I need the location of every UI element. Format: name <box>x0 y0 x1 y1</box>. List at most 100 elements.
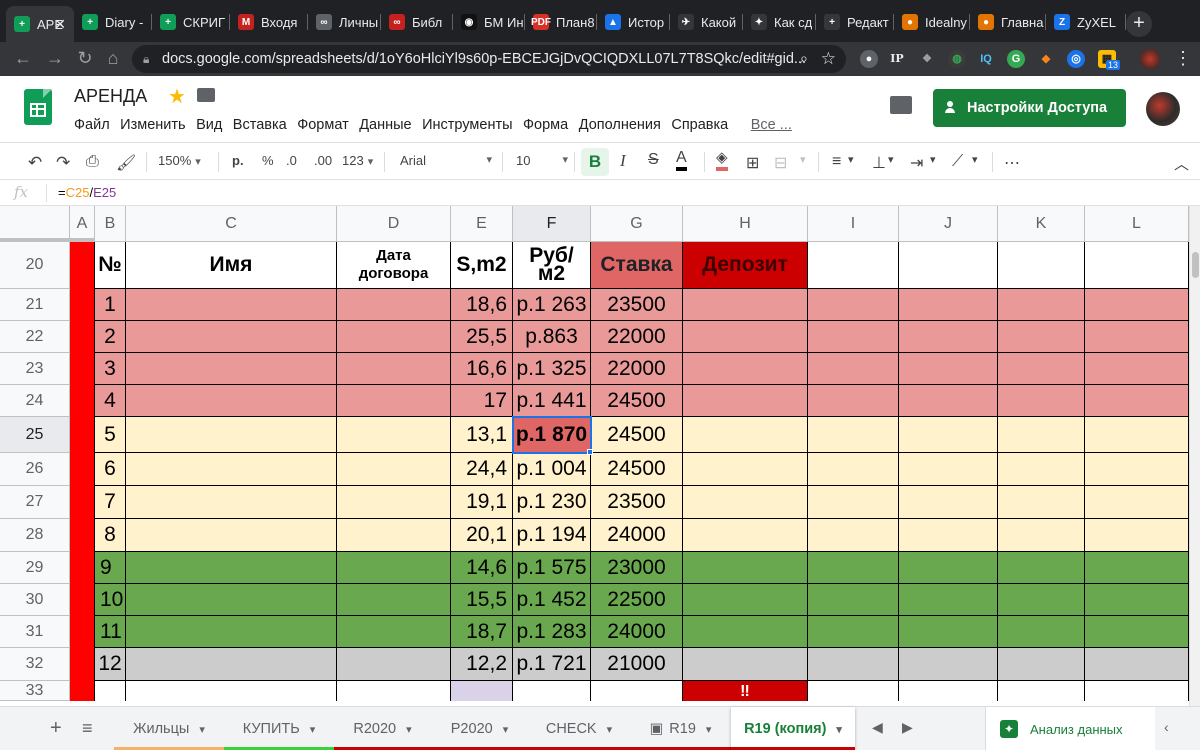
menu-item[interactable]: Вставка <box>233 117 287 133</box>
cell-rate[interactable]: 24000 <box>591 519 683 552</box>
menu-item[interactable]: Форма <box>523 117 568 133</box>
cell[interactable] <box>1085 648 1189 681</box>
column-header[interactable]: H <box>683 206 808 242</box>
redo-icon[interactable]: ↷ <box>56 153 70 173</box>
cell[interactable] <box>998 648 1085 681</box>
cell-contract-date[interactable] <box>337 417 451 453</box>
cell-contract-date[interactable] <box>337 584 451 616</box>
cell-name[interactable] <box>126 453 337 486</box>
cell[interactable] <box>899 385 998 417</box>
column-header[interactable]: E <box>451 206 513 242</box>
sheet-tab[interactable]: ▣ R19 ▾ <box>630 707 731 750</box>
cell[interactable] <box>1085 486 1189 519</box>
column-header[interactable]: F <box>513 206 591 242</box>
cell-rate[interactable]: 22500 <box>591 584 683 616</box>
column-header[interactable]: J <box>899 206 998 242</box>
row-header[interactable]: 30 <box>0 584 70 616</box>
cell-rate[interactable]: 22000 <box>591 353 683 385</box>
cell-rub-per-m2[interactable]: р.1 325 <box>513 353 591 385</box>
cell[interactable] <box>1085 584 1189 616</box>
cell-rate[interactable]: 21000 <box>591 648 683 681</box>
cell[interactable] <box>1085 552 1189 584</box>
cell-rub-per-m2[interactable]: р.863 <box>513 321 591 353</box>
chevron-down-icon[interactable]: ▾ <box>836 723 842 736</box>
cell[interactable] <box>998 417 1085 453</box>
cell-number[interactable]: 10 <box>95 584 126 616</box>
cell[interactable] <box>808 519 899 552</box>
menu-item[interactable]: Изменить <box>120 117 185 133</box>
comment-history-icon[interactable] <box>890 96 912 114</box>
star-icon[interactable]: ★ <box>168 84 186 109</box>
vertical-scrollbar[interactable] <box>1189 206 1200 706</box>
cell[interactable] <box>126 681 337 701</box>
column-header[interactable]: B <box>95 206 126 242</box>
cell-contract-date[interactable] <box>337 453 451 486</box>
cell-number[interactable]: 11 <box>95 616 126 648</box>
cell[interactable] <box>808 584 899 616</box>
cell[interactable] <box>1085 385 1189 417</box>
select-all-corner[interactable] <box>0 206 70 242</box>
increase-decimal-button[interactable]: .00 <box>314 153 332 168</box>
account-avatar[interactable] <box>1146 92 1180 126</box>
cell-name[interactable] <box>126 353 337 385</box>
cell-name[interactable] <box>126 321 337 353</box>
cell[interactable] <box>998 552 1085 584</box>
zoom-icon[interactable]: ⌕ <box>800 45 808 73</box>
print-icon[interactable]: ⎙ <box>86 153 99 171</box>
cell-name[interactable] <box>126 648 337 681</box>
cell-rub-per-m2[interactable]: р.1 194 <box>513 519 591 552</box>
row-header[interactable]: 24 <box>0 385 70 417</box>
cell[interactable] <box>998 385 1085 417</box>
cell[interactable] <box>899 519 998 552</box>
cell-rub-per-m2[interactable]: р.1 452 <box>513 584 591 616</box>
font-size-select[interactable]: 10 ▾ <box>516 153 568 168</box>
cell[interactable] <box>899 616 998 648</box>
sheet-tab[interactable]: Жильцы ▾ <box>114 707 224 750</box>
add-sheet-icon[interactable]: + <box>50 717 62 740</box>
menu-item[interactable]: Файл <box>74 117 110 133</box>
cell-rub-per-m2[interactable]: р.1 004 <box>513 453 591 486</box>
chevron-down-icon[interactable]: ▾ <box>199 723 205 736</box>
cell[interactable] <box>1085 453 1189 486</box>
column-header[interactable]: D <box>337 206 451 242</box>
cell-area[interactable]: 19,1 <box>451 486 513 519</box>
cell[interactable] <box>591 681 683 701</box>
metamask-icon[interactable]: ◆ <box>1037 50 1055 68</box>
text-rotation-icon[interactable]: ⟋ <box>952 153 963 171</box>
percent-format-button[interactable]: % <box>262 153 274 168</box>
font-select[interactable]: Arial ▾ <box>400 153 492 168</box>
more-options-button[interactable]: ⋯ <box>1004 153 1020 173</box>
column-header[interactable]: A <box>70 206 95 242</box>
browser-tab[interactable]: + Редакт <box>816 7 894 37</box>
cell[interactable] <box>513 681 591 701</box>
row-header[interactable]: 31 <box>0 616 70 648</box>
cell[interactable] <box>899 321 998 353</box>
header-rate[interactable]: Ставка <box>591 242 683 289</box>
cell-name[interactable] <box>126 616 337 648</box>
menu-item[interactable]: Справка <box>671 117 728 133</box>
browser-menu-icon[interactable]: ⋮ <box>1172 48 1194 69</box>
chevron-down-icon[interactable]: ▾ <box>310 723 316 736</box>
browser-tab[interactable]: M Входя <box>230 7 308 37</box>
borders-icon[interactable]: ⊞ <box>746 153 759 173</box>
row-header[interactable]: 27 <box>0 486 70 519</box>
extension-ip-icon[interactable]: IP <box>888 50 906 68</box>
new-tab-button[interactable]: + <box>1126 11 1152 37</box>
cell[interactable] <box>899 289 998 321</box>
row-header[interactable]: 32 <box>0 648 70 681</box>
browser-tab[interactable]: ▲ Истор <box>597 7 670 37</box>
cell-name[interactable] <box>126 289 337 321</box>
sheet-tab[interactable]: R19 (копия) ▾ <box>731 707 855 750</box>
chevron-down-icon[interactable]: ▾ <box>503 723 509 736</box>
cell[interactable] <box>95 681 126 701</box>
cell[interactable] <box>808 616 899 648</box>
cell-contract-date[interactable] <box>337 321 451 353</box>
menu-item[interactable]: Вид <box>196 117 222 133</box>
back-icon[interactable]: ← <box>12 48 34 69</box>
cell-rate[interactable]: 24500 <box>591 417 683 453</box>
cell-name[interactable] <box>126 584 337 616</box>
cell[interactable] <box>998 519 1085 552</box>
cell-deposit[interactable] <box>683 417 808 453</box>
browser-tab[interactable]: + Diary - <box>74 7 152 37</box>
sheet-tab[interactable]: CHECK ▾ <box>528 707 630 750</box>
